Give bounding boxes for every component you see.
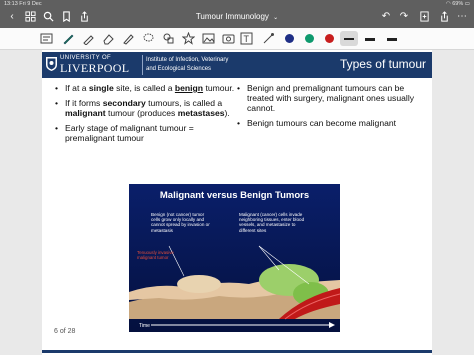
time-axis-label: Time	[139, 323, 150, 329]
stroke-width-thick[interactable]	[387, 38, 397, 41]
bullet-benign: If at a single site, is called a benign …	[55, 83, 235, 93]
lasso-icon[interactable]	[142, 32, 155, 45]
next-slide-edge	[42, 350, 432, 353]
right-bullet-list: Benign and premalignant tumours can be t…	[237, 83, 427, 133]
malignant-label: Malignant (cancer) cells invade neighbor…	[239, 212, 305, 233]
institute-name: Institute of Infection, Veterinary and E…	[146, 56, 276, 74]
institute-line-2: and Ecological Sciences	[146, 66, 212, 72]
color-swatch-green[interactable]	[305, 34, 314, 43]
read-mode-icon[interactable]	[40, 32, 53, 45]
app-header: 13:13 Fri 9 Dec ◠ 69% ▭ ‹ Tumour Immunol…	[0, 0, 474, 28]
stroke-width-medium[interactable]	[365, 38, 375, 41]
share-export-icon[interactable]	[438, 11, 450, 23]
more-options-icon[interactable]: ⋯	[456, 11, 468, 23]
add-page-icon[interactable]	[418, 11, 430, 23]
battery-icon: ▭	[464, 1, 470, 7]
wifi-icon: ◠	[445, 1, 451, 7]
color-swatch-navy[interactable]	[285, 34, 294, 43]
institute-line-1: Institute of Infection, Veterinary	[146, 57, 229, 63]
slide-title: Types of tumour	[339, 57, 426, 71]
bullet-treatment: Benign and premalignant tumours can be t…	[237, 83, 427, 113]
header-divider	[142, 55, 143, 75]
crest-icon	[46, 57, 57, 71]
bullet-premalignant: Early stage of malignant tumour = premal…	[55, 123, 235, 143]
redo-icon[interactable]: ↷	[398, 11, 410, 23]
undo-icon[interactable]: ↶	[380, 11, 392, 23]
pencil-icon[interactable]	[122, 32, 135, 45]
slide-header: UNIVERSITY OF LIVERPOOL Institute of Inf…	[42, 52, 432, 78]
bullet-progression: Benign tumours can become malignant	[237, 118, 427, 128]
star-stamp-icon[interactable]	[181, 31, 196, 45]
chevron-down-icon: ⌄	[273, 15, 279, 21]
page-indicator: 6 of 28	[54, 328, 76, 335]
shapes-icon[interactable]	[162, 32, 175, 45]
benign-label: Benign (not cancer) tumor cells grow onl…	[151, 212, 210, 233]
stroke-width-thin[interactable]	[344, 38, 354, 40]
slide-page[interactable]: UNIVERSITY OF LIVERPOOL Institute of Inf…	[42, 50, 432, 355]
image-insert-icon[interactable]	[202, 32, 215, 45]
svg-text:T: T	[244, 34, 250, 44]
battery-percent: 69%	[452, 1, 464, 7]
laser-pointer-icon[interactable]	[262, 32, 275, 45]
highlighter-icon[interactable]	[82, 32, 95, 46]
invasive-label: Tenuously invasive malignant tumor	[137, 250, 174, 260]
document-title-text: Tumour Immunology	[195, 12, 269, 21]
bullet-malignant: If it forms secondary tumours, is called…	[55, 98, 235, 118]
text-tool-icon[interactable]: T	[240, 32, 253, 45]
annotation-toolbar: T	[0, 28, 474, 50]
eraser-icon[interactable]	[102, 32, 115, 45]
status-battery: ◠ 69% ▭	[446, 1, 470, 7]
logo-main-text: LIVERPOOL	[60, 61, 130, 75]
color-swatch-red[interactable]	[325, 34, 334, 43]
tumor-diagram: Malignant versus Benign Tumors Benign (n…	[129, 184, 340, 332]
status-time: 13:13 Fri 9 Dec	[4, 1, 42, 7]
diagram-title: Malignant versus Benign Tumors	[159, 190, 310, 201]
camera-icon[interactable]	[222, 32, 235, 45]
university-logo: UNIVERSITY OF LIVERPOOL	[46, 55, 140, 75]
pen-icon[interactable]	[62, 32, 75, 45]
left-bullet-list: If at a single site, is called a benign …	[55, 83, 235, 148]
